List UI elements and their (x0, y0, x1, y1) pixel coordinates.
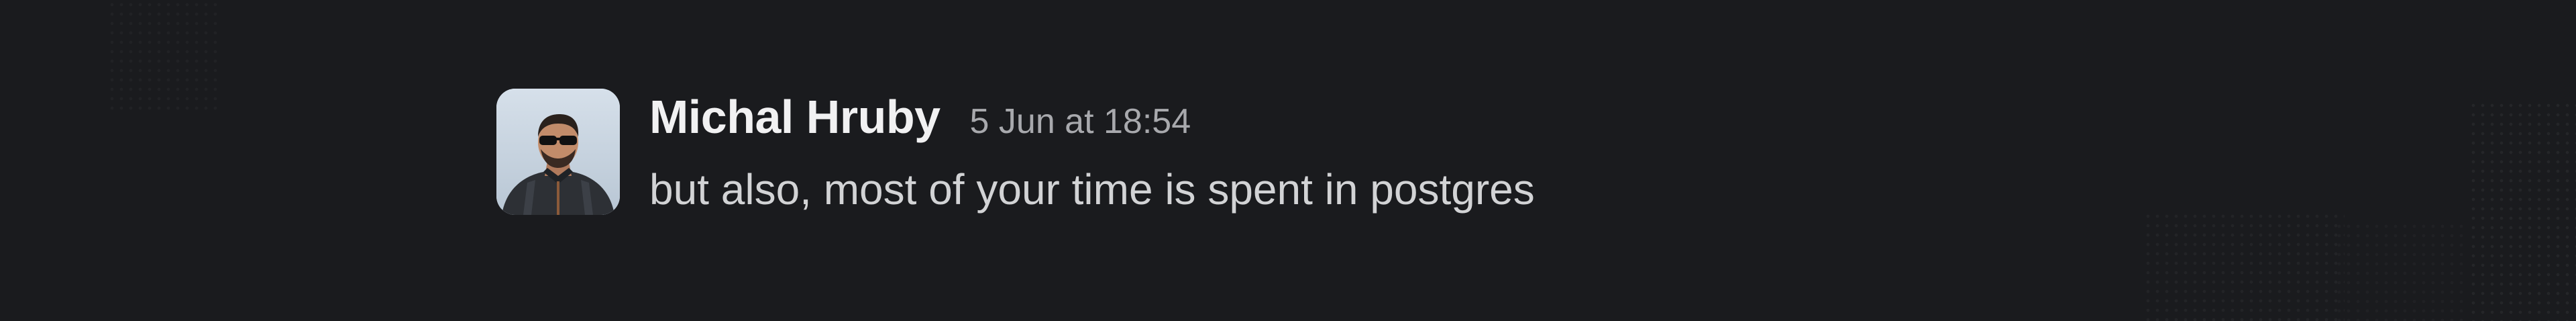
background-texture (2143, 212, 2345, 321)
author-name[interactable]: Michal Hruby (649, 89, 941, 145)
message-text: but also, most of your time is spent in … (649, 165, 1535, 214)
message-content: Michal Hruby 5 Jun at 18:54 but also, mo… (649, 89, 1535, 216)
avatar[interactable] (496, 89, 620, 215)
chat-message: Michal Hruby 5 Jun at 18:54 but also, mo… (496, 89, 1535, 216)
background-texture (2469, 101, 2576, 321)
chat-view: Michal Hruby 5 Jun at 18:54 but also, mo… (0, 0, 2576, 321)
background-texture (2334, 222, 2469, 321)
message-header: Michal Hruby 5 Jun at 18:54 (649, 89, 1535, 145)
user-photo-icon (496, 89, 620, 215)
message-timestamp[interactable]: 5 Jun at 18:54 (970, 93, 1191, 150)
background-texture (107, 0, 221, 114)
